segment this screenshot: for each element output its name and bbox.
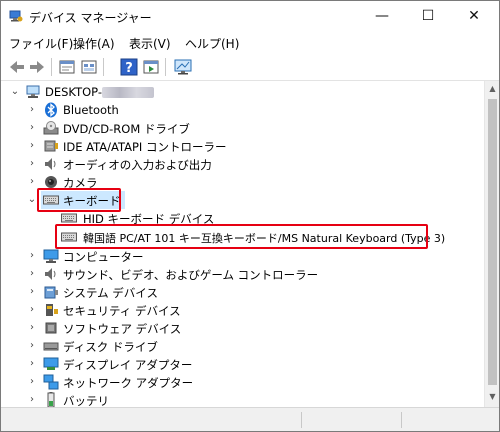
toolbar: ?	[1, 53, 499, 81]
expand-chevron-icon[interactable]: ›	[27, 286, 37, 298]
tree-item-label: ディスク ドライブ	[63, 340, 158, 354]
expand-chevron-icon[interactable]: ›	[27, 322, 37, 334]
tree-root-label: DESKTOP-xxxxxxx	[45, 85, 154, 99]
menu-view[interactable]: 表示(V)	[129, 35, 171, 52]
status-divider	[301, 412, 302, 428]
highlight-box-korean-keyboard	[55, 224, 428, 249]
tree-item-system-devices[interactable]: › システム デバイス	[1, 283, 484, 301]
action-pane-icon[interactable]	[141, 57, 161, 77]
tree-item-label: Bluetooth	[63, 103, 119, 117]
toolbar-separator	[103, 58, 104, 76]
tree-item-network-adapters[interactable]: › ネットワーク アダプター	[1, 373, 484, 391]
maximize-button[interactable]: ☐	[405, 1, 451, 31]
expand-chevron-icon[interactable]: ›	[27, 158, 37, 170]
back-icon[interactable]	[7, 57, 27, 77]
tree-item-audio[interactable]: › オーディオの入力および出力	[1, 155, 484, 173]
expand-chevron-icon[interactable]: ›	[27, 358, 37, 370]
tree-item-dvd[interactable]: › DVD/CD-ROM ドライブ	[1, 119, 484, 137]
tree-item-label: オーディオの入力および出力	[63, 158, 212, 172]
window-title: デバイス マネージャー	[29, 11, 152, 25]
device-manager-window: デバイス マネージャー — ☐ ✕ ファイル(F) 操作(A) 表示(V) ヘル…	[0, 0, 500, 432]
minimize-button[interactable]: —	[359, 1, 405, 31]
speaker-icon	[45, 158, 56, 170]
tree-item-label: ソフトウェア デバイス	[63, 322, 182, 336]
help-icon[interactable]: ?	[119, 57, 139, 77]
expand-chevron-icon[interactable]: ›	[27, 394, 37, 406]
toolbar-separator	[165, 58, 166, 76]
tree-item-sound[interactable]: › サウンド、ビデオ、およびゲーム コントローラー	[1, 265, 484, 283]
expand-chevron-icon[interactable]: ›	[27, 304, 37, 316]
tree-item-ide[interactable]: › IDE ATA/ATAPI コントローラー	[1, 137, 484, 155]
tree-item-computer[interactable]: › コンピューター	[1, 247, 484, 265]
tree-root[interactable]: ⌄ DESKTOP-xxxxxxx	[1, 83, 484, 101]
tree-item-label: ネットワーク アダプター	[63, 376, 194, 390]
menu-file[interactable]: ファイル(F)	[9, 35, 73, 52]
properties-icon[interactable]	[57, 57, 77, 77]
tree-item-label: DVD/CD-ROM ドライブ	[63, 122, 190, 136]
tree-item-label: ディスプレイ アダプター	[63, 358, 193, 372]
expand-chevron-icon[interactable]: ›	[27, 268, 37, 280]
tree-item-label: IDE ATA/ATAPI コントローラー	[63, 140, 227, 154]
sound-icon	[45, 268, 56, 280]
tree-item-label: コンピューター	[63, 250, 144, 264]
bluetooth-icon	[45, 102, 57, 118]
scroll-up-arrow-icon[interactable]: ▲	[485, 81, 500, 97]
network-adapter-icon	[43, 374, 59, 390]
ide-controller-icon	[44, 140, 58, 152]
disk-drive-icon	[43, 342, 59, 351]
device-tree[interactable]: ⌄ DESKTOP-xxxxxxx › Bluetooth ›	[1, 81, 484, 407]
device-manager-app-icon	[9, 10, 23, 22]
close-button[interactable]: ✕	[451, 1, 497, 31]
computer-icon	[26, 85, 40, 98]
show-hidden-icon[interactable]	[79, 57, 99, 77]
scrollbar-thumb[interactable]	[488, 99, 497, 385]
tree-item-security-devices[interactable]: › セキュリティ デバイス	[1, 301, 484, 319]
status-bar	[1, 407, 499, 431]
redacted-hostname: xxxxxxx	[101, 87, 154, 98]
tree-item-display-adapters[interactable]: › ディスプレイ アダプター	[1, 355, 484, 373]
toolbar-separator	[51, 58, 52, 76]
system-device-icon	[44, 286, 58, 299]
software-device-icon	[45, 322, 57, 334]
security-device-icon	[46, 304, 58, 316]
menu-action[interactable]: 操作(A)	[73, 35, 115, 52]
expand-chevron-icon[interactable]: ›	[27, 140, 37, 152]
scroll-down-arrow-icon[interactable]: ▼	[485, 389, 500, 405]
vertical-scrollbar[interactable]: ▲ ▼	[484, 81, 499, 407]
collapse-chevron-icon[interactable]: ⌄	[27, 194, 37, 206]
expand-chevron-icon[interactable]: ›	[27, 376, 37, 388]
tree-item-disk-drives[interactable]: › ディスク ドライブ	[1, 337, 484, 355]
expand-chevron-icon[interactable]: ›	[27, 122, 37, 134]
tree-item-label: バッテリ	[63, 394, 109, 407]
tree-item-label: システム デバイス	[63, 286, 158, 300]
collapse-chevron-icon[interactable]: ⌄	[10, 86, 20, 98]
svg-text:?: ?	[125, 61, 133, 76]
tree-item-label: セキュリティ デバイス	[63, 304, 181, 318]
forward-icon[interactable]	[27, 57, 47, 77]
menu-help[interactable]: ヘルプ(H)	[185, 35, 239, 52]
title-bar[interactable]: デバイス マネージャー — ☐ ✕	[1, 1, 499, 31]
tree-item-software-devices[interactable]: › ソフトウェア デバイス	[1, 319, 484, 337]
monitor-icon[interactable]	[173, 57, 193, 77]
expand-chevron-icon[interactable]: ›	[27, 176, 37, 188]
tree-item-label: サウンド、ビデオ、およびゲーム コントローラー	[63, 268, 319, 282]
menu-bar: ファイル(F) 操作(A) 表示(V) ヘルプ(H)	[1, 31, 499, 53]
dvd-drive-icon	[43, 121, 59, 135]
computer-icon	[43, 249, 59, 263]
expand-chevron-icon[interactable]: ›	[27, 104, 37, 116]
expand-chevron-icon[interactable]: ›	[27, 340, 37, 352]
tree-item-bluetooth[interactable]: › Bluetooth	[1, 101, 484, 119]
display-adapter-icon	[43, 357, 59, 370]
tree-item-battery[interactable]: › バッテリ	[1, 391, 484, 407]
status-divider	[401, 412, 402, 428]
expand-chevron-icon[interactable]: ›	[27, 250, 37, 262]
battery-icon	[47, 392, 55, 407]
